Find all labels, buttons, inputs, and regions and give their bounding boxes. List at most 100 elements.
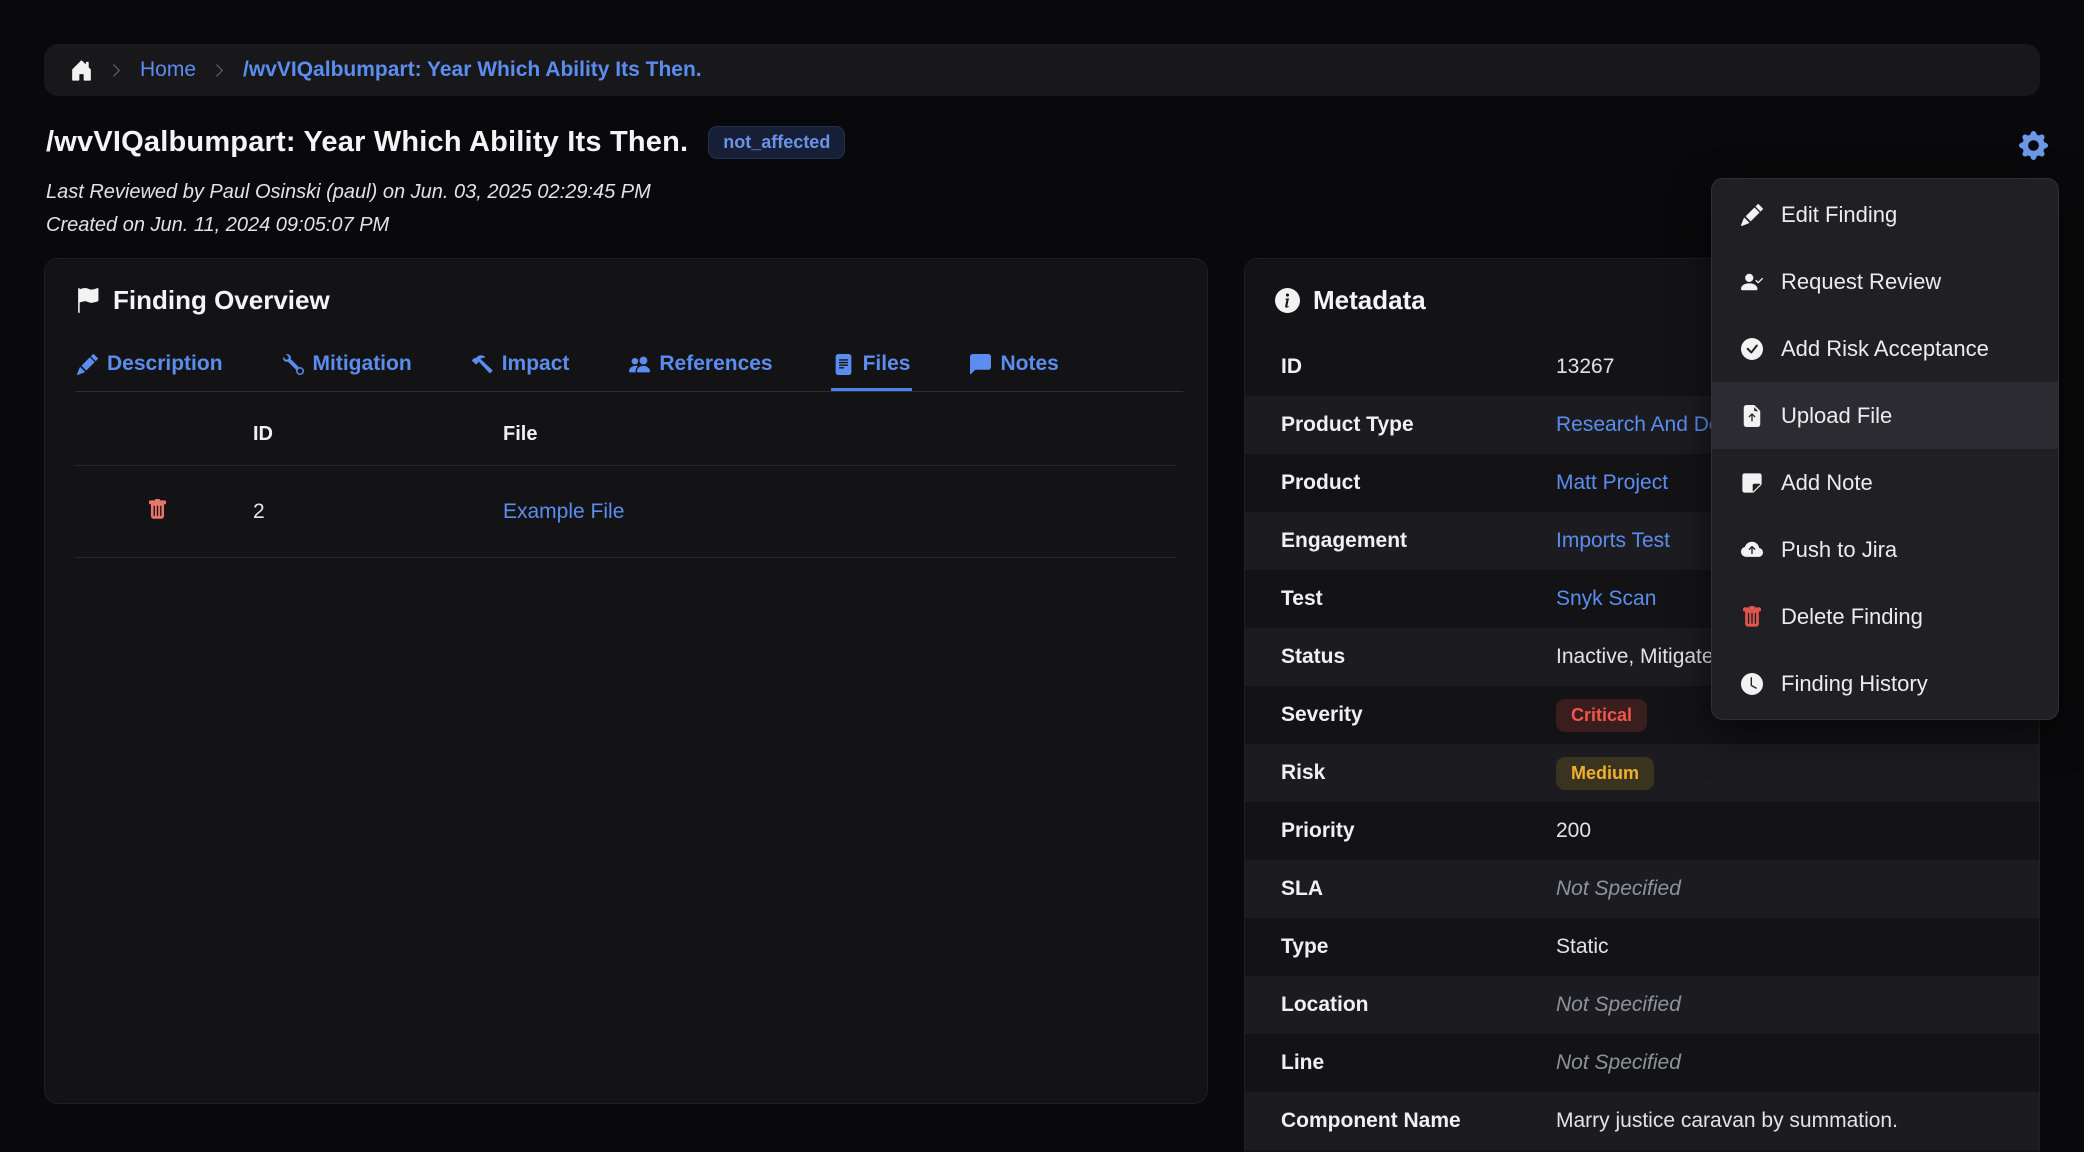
home-icon[interactable] — [70, 59, 93, 82]
pencil-icon — [77, 354, 98, 375]
wrench-icon — [283, 354, 304, 375]
metadata-row-sla: SLANot Specified — [1245, 860, 2039, 918]
menu-item-add-risk-acceptance[interactable]: Add Risk Acceptance — [1712, 315, 2058, 382]
files-table: ID File 2 Example File — [75, 404, 1177, 558]
trash-icon — [147, 499, 168, 520]
chevron-right-icon — [109, 63, 124, 78]
tab-mitigation[interactable]: Mitigation — [281, 340, 414, 392]
tab-label: Files — [863, 352, 911, 376]
finding-overview-title: Finding Overview — [113, 285, 330, 316]
menu-item-finding-history[interactable]: Finding History — [1712, 650, 2058, 717]
cloud-upload-icon — [1740, 539, 1764, 561]
comment-icon — [970, 354, 991, 375]
menu-item-label: Add Note — [1781, 470, 1873, 496]
metadata-label: Test — [1245, 587, 1556, 611]
hammer-icon — [472, 354, 493, 375]
info-circle-icon — [1275, 288, 1300, 313]
tab-impact[interactable]: Impact — [470, 340, 572, 392]
file-id-cell: 2 — [215, 500, 465, 524]
menu-item-request-review[interactable]: Request Review — [1712, 248, 2058, 315]
menu-item-label: Delete Finding — [1781, 604, 1923, 630]
tab-label: Impact — [502, 352, 570, 376]
breadcrumb-current-link[interactable]: /wvVIQalbumpart: Year Which Ability Its … — [243, 58, 702, 82]
metadata-row-risk: RiskMedium — [1245, 744, 2039, 802]
metadata-label: SLA — [1245, 877, 1556, 901]
user-check-icon — [1740, 271, 1764, 293]
clock-icon — [1740, 673, 1764, 695]
menu-item-delete-finding[interactable]: Delete Finding — [1712, 583, 2058, 650]
settings-dropdown-menu: Edit Finding Request Review Add Risk Accep… — [1711, 178, 2059, 720]
gear-icon — [2019, 148, 2048, 163]
page: Home /wvVIQalbumpart: Year Which Ability… — [0, 0, 2084, 1152]
page-title: /wvVIQalbumpart: Year Which Ability Its … — [46, 126, 688, 159]
settings-gear-button[interactable] — [2016, 130, 2050, 164]
last-reviewed-text: Last Reviewed by Paul Osinski (paul) on … — [46, 181, 651, 204]
menu-item-label: Push to Jira — [1781, 537, 1897, 563]
metadata-label: Product — [1245, 471, 1556, 495]
severity-badge-medium: Medium — [1556, 757, 1654, 790]
metadata-label: Risk — [1245, 761, 1556, 785]
metadata-value: 200 — [1556, 819, 2039, 843]
finding-overview-tabs: Description Mitigation Impact References Fil… — [75, 340, 1183, 392]
metadata-label: Location — [1245, 993, 1556, 1017]
users-icon — [629, 354, 650, 375]
metadata-value: Marry justice caravan by summation. — [1556, 1109, 2039, 1133]
file-link[interactable]: Example File — [503, 500, 624, 523]
finding-overview-card: Finding Overview Description Mitigation Im… — [44, 258, 1208, 1104]
menu-item-label: Add Risk Acceptance — [1781, 336, 1989, 362]
metadata-label: Status — [1245, 645, 1556, 669]
severity-badge-critical: Critical — [1556, 699, 1647, 732]
menu-item-edit-finding[interactable]: Edit Finding — [1712, 181, 2058, 248]
menu-item-label: Request Review — [1781, 269, 1941, 295]
files-table-body: 2 Example File — [75, 466, 1177, 558]
breadcrumb: Home /wvVIQalbumpart: Year Which Ability… — [44, 44, 2040, 96]
check-circle-icon — [1740, 338, 1764, 360]
file-icon — [833, 354, 854, 375]
metadata-label: Severity — [1245, 703, 1556, 727]
created-text: Created on Jun. 11, 2024 09:05:07 PM — [46, 214, 389, 237]
metadata-row-type: TypeStatic — [1245, 918, 2039, 976]
files-col-id: ID — [215, 423, 465, 446]
metadata-label: ID — [1245, 355, 1556, 379]
chevron-right-icon — [212, 63, 227, 78]
trash-icon — [1740, 606, 1764, 628]
menu-item-label: Edit Finding — [1781, 202, 1897, 228]
metadata-label: Type — [1245, 935, 1556, 959]
menu-item-push-to-jira[interactable]: Push to Jira — [1712, 516, 2058, 583]
metadata-value: Not Specified — [1556, 877, 2039, 901]
metadata-label: Component Name — [1245, 1109, 1556, 1133]
metadata-value: Not Specified — [1556, 993, 2039, 1017]
tab-notes[interactable]: Notes — [968, 340, 1060, 392]
note-icon — [1740, 472, 1764, 494]
tab-description[interactable]: Description — [75, 340, 225, 392]
metadata-row-location: LocationNot Specified — [1245, 976, 2039, 1034]
metadata-row-priority: Priority200 — [1245, 802, 2039, 860]
metadata-title: Metadata — [1313, 285, 1426, 316]
pencil-icon — [1740, 204, 1764, 226]
menu-item-upload-file[interactable]: Upload File — [1712, 382, 2058, 449]
metadata-value: Not Specified — [1556, 1051, 2039, 1075]
menu-item-label: Upload File — [1781, 403, 1892, 429]
delete-file-button[interactable] — [147, 499, 171, 520]
metadata-label: Engagement — [1245, 529, 1556, 553]
status-badge: not_affected — [708, 126, 845, 159]
metadata-row-line: LineNot Specified — [1245, 1034, 2039, 1092]
metadata-row-component-name: Component NameMarry justice caravan by s… — [1245, 1092, 2039, 1150]
breadcrumb-home-link[interactable]: Home — [140, 58, 196, 82]
tab-files[interactable]: Files — [831, 340, 913, 392]
tab-label: Notes — [1000, 352, 1058, 376]
tab-label: Mitigation — [313, 352, 412, 376]
page-header: /wvVIQalbumpart: Year Which Ability Its … — [46, 126, 845, 159]
menu-item-add-note[interactable]: Add Note — [1712, 449, 2058, 516]
metadata-label: Product Type — [1245, 413, 1556, 437]
finding-overview-header: Finding Overview — [45, 259, 1207, 316]
files-col-file: File — [465, 423, 1177, 446]
metadata-label: Priority — [1245, 819, 1556, 843]
metadata-label: Line — [1245, 1051, 1556, 1075]
tab-label: Description — [107, 352, 223, 376]
menu-item-label: Finding History — [1781, 671, 1928, 697]
metadata-value: Static — [1556, 935, 2039, 959]
tab-label: References — [659, 352, 772, 376]
tab-references[interactable]: References — [627, 340, 774, 392]
files-table-header: ID File — [75, 404, 1177, 466]
